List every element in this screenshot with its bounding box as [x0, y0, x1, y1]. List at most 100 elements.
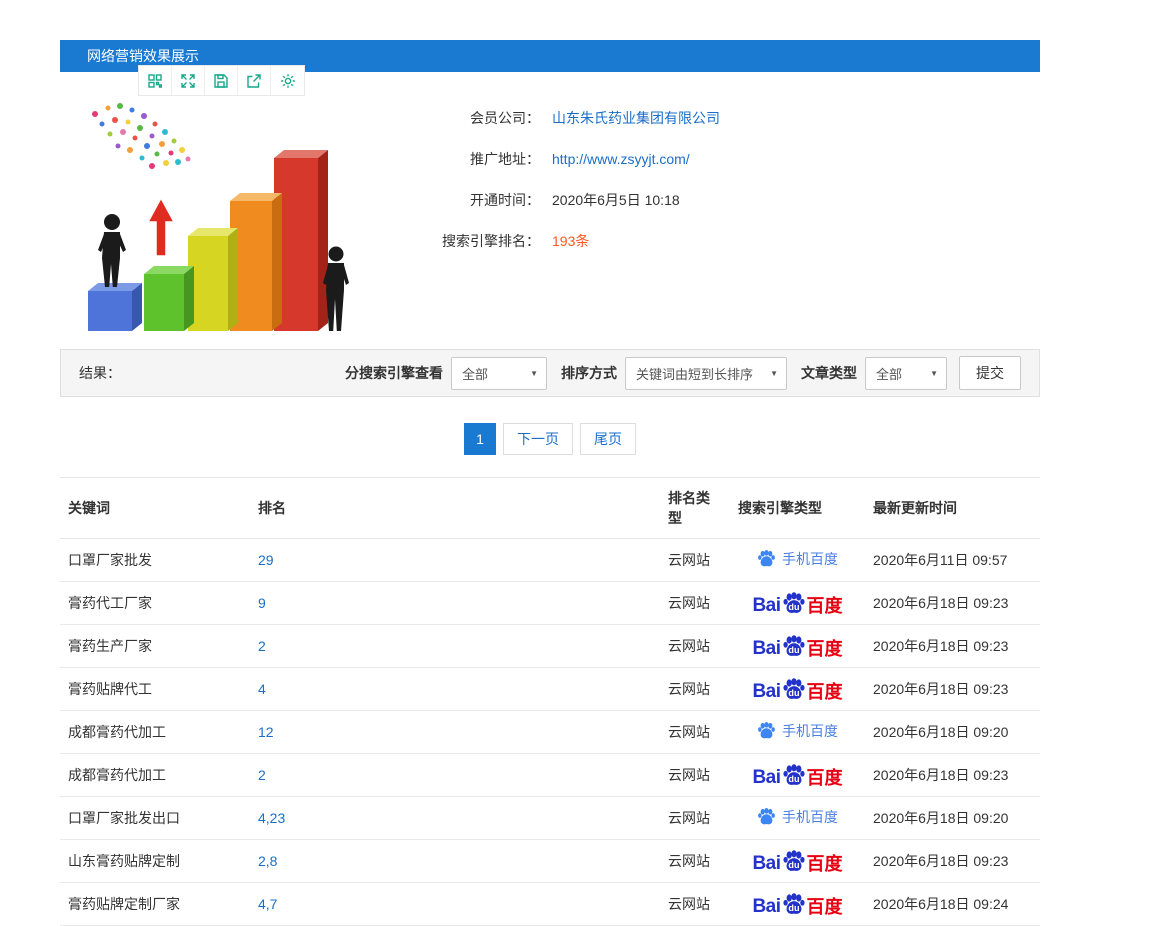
chevron-down-icon: ▼: [770, 368, 778, 378]
info-value[interactable]: 山东朱氏药业集团有限公司: [552, 108, 720, 128]
sort-filter-select[interactable]: 关键词由短到长排序 ▼: [625, 356, 787, 390]
baidu-logo-bai: Bai: [752, 681, 781, 702]
baidu-logo-cn: 百度: [806, 682, 843, 702]
rank-type-cell: 云网站: [660, 538, 730, 582]
page-current[interactable]: 1: [464, 423, 496, 455]
rank-cell[interactable]: 2,8: [250, 839, 660, 883]
engine-cell: 手机百度: [730, 796, 865, 840]
rank-type-cell: 云网站: [660, 753, 730, 797]
updated-cell: 2020年6月18日 09:20: [865, 710, 1040, 754]
svg-text:du: du: [788, 688, 799, 698]
engine-filter-label: 分搜索引擎查看: [345, 365, 443, 381]
share-icon[interactable]: [238, 66, 271, 95]
pagination: 1 下一页 尾页: [60, 423, 1040, 455]
rank-cell[interactable]: 2: [250, 753, 660, 797]
result-row: 膏药代工厂家 9 云网站 Bai du 百度 2020年6月18日 09:23: [60, 581, 1040, 625]
result-label: 结果：: [79, 365, 121, 381]
keyword-cell: 口罩厂家批发出口: [60, 796, 250, 840]
engine-filter-select[interactable]: 全部 ▼: [451, 356, 547, 390]
svg-text:du: du: [788, 774, 799, 784]
result-row: 成都膏药代加工 12 云网站 手机百度 2020年6月18日 09:20: [60, 710, 1040, 754]
updated-cell: 2020年6月18日 09:23: [865, 667, 1040, 711]
baidu-paw-icon: du: [782, 764, 805, 785]
info-label: 会员公司：: [470, 110, 540, 126]
article-type-select[interactable]: 全部 ▼: [865, 356, 947, 390]
rank-type-cell: 云网站: [660, 839, 730, 883]
column-header: 搜索引擎类型: [730, 477, 865, 539]
fullscreen-icon[interactable]: [172, 66, 205, 95]
result-row: 成都膏药代加工 2 云网站 Bai du 百度 2020年6月18日 09:23: [60, 753, 1040, 797]
engine-filter-value: 全部: [462, 366, 489, 382]
settings-icon[interactable]: [271, 66, 304, 95]
info-field: 推广地址： http://www.zsyyjt.com/: [410, 149, 1040, 169]
baidu-paw-icon: du: [782, 678, 805, 699]
page-last-button[interactable]: 尾页: [580, 423, 636, 455]
page-title: 网络营销效果展示: [87, 48, 199, 64]
engine-cell: Bai du 百度: [730, 753, 865, 797]
column-header: 排名类型: [660, 477, 730, 539]
baidu-paw-icon: [758, 808, 775, 825]
info-label: 搜索引擎排名：: [442, 233, 540, 249]
rank-cell[interactable]: 12: [250, 710, 660, 754]
result-row: 膏药贴牌定制厂家 4,7 云网站 Bai du 百度 2020年6月18日 09:24: [60, 882, 1040, 926]
result-row: 口罩厂家批发 29 云网站 手机百度 2020年6月11日 09:57: [60, 538, 1040, 582]
engine-cell: Bai du 百度: [730, 882, 865, 926]
updated-cell: 2020年6月18日 09:23: [865, 624, 1040, 668]
keyword-cell: 山东膏药贴牌定制: [60, 839, 250, 883]
updated-cell: 2020年6月18日 09:23: [865, 839, 1040, 883]
baidu-logo: Bai du 百度: [752, 763, 843, 787]
page-container: 网络营销效果展示 会员公司： 山东朱氏药业集团有限公司 推广地址： http:/…: [60, 40, 1040, 926]
updated-cell: 2020年6月18日 09:24: [865, 882, 1040, 926]
baidu-paw-icon: du: [782, 592, 805, 613]
rank-cell[interactable]: 4: [250, 667, 660, 711]
article-type-value: 全部: [876, 366, 903, 382]
baidu-logo: Bai du 百度: [752, 677, 843, 702]
info-label: 开通时间：: [470, 192, 540, 208]
baidu-logo-cn: 百度: [806, 854, 843, 874]
keyword-cell: 膏药贴牌定制厂家: [60, 882, 250, 926]
info-fields: 会员公司： 山东朱氏药业集团有限公司推广地址： http://www.zsyyjt.…: [360, 96, 1040, 331]
info-field: 开通时间： 2020年6月5日 10:18: [410, 190, 1040, 210]
rank-cell[interactable]: 4,23: [250, 796, 660, 840]
updated-cell: 2020年6月18日 09:23: [865, 581, 1040, 625]
svg-text:du: du: [788, 645, 799, 655]
updated-cell: 2020年6月11日 09:57: [865, 538, 1040, 582]
mobile-baidu-label: 手机百度: [782, 808, 838, 825]
mobile-baidu-logo: 手机百度: [757, 721, 838, 741]
svg-text:du: du: [788, 602, 799, 612]
info-value[interactable]: http://www.zsyyjt.com/: [552, 151, 690, 167]
info-value: 193条: [552, 233, 590, 249]
rank-cell[interactable]: 29: [250, 538, 660, 582]
updated-cell: 2020年6月18日 09:20: [865, 796, 1040, 840]
info-label: 推广地址：: [470, 151, 540, 167]
svg-text:du: du: [788, 860, 799, 870]
growth-chart-illustration: [88, 103, 349, 331]
info-field: 会员公司： 山东朱氏药业集团有限公司: [410, 108, 1040, 128]
baidu-logo-bai: Bai: [752, 595, 781, 616]
rank-cell[interactable]: 9: [250, 581, 660, 625]
submit-button[interactable]: 提交: [959, 356, 1021, 390]
baidu-logo-cn: 百度: [806, 897, 843, 917]
rank-cell[interactable]: 2: [250, 624, 660, 668]
rank-type-cell: 云网站: [660, 796, 730, 840]
save-icon[interactable]: [205, 66, 238, 95]
qrcode-icon[interactable]: [139, 66, 172, 95]
table-header-row: 关键词 排名 排名类型 搜索引擎类型 最新更新时间: [60, 477, 1040, 539]
baidu-logo: Bai du 百度: [752, 849, 843, 874]
engine-cell: 手机百度: [730, 710, 865, 754]
results-tbody: 口罩厂家批发 29 云网站 手机百度 2020年6月11日 09:57 膏药代工厂家 9 云网…: [60, 538, 1040, 926]
results-table: 关键词 排名 排名类型 搜索引擎类型 最新更新时间 口罩厂家批发 29 云网站 手机百度 202…: [60, 477, 1040, 926]
rank-cell[interactable]: 4,7: [250, 882, 660, 926]
engine-cell: 手机百度: [730, 538, 865, 582]
mobile-baidu-label: 手机百度: [782, 722, 838, 739]
baidu-paw-icon: du: [782, 635, 805, 656]
chevron-down-icon: ▼: [530, 368, 538, 378]
info-value: 2020年6月5日 10:18: [552, 192, 680, 208]
baidu-paw-icon: [758, 722, 775, 739]
result-row: 山东膏药贴牌定制 2,8 云网站 Bai du 百度 2020年6月18日 09:23: [60, 839, 1040, 883]
keyword-cell: 口罩厂家批发: [60, 538, 250, 582]
article-type-label: 文章类型: [801, 365, 857, 381]
info-field: 搜索引擎排名： 193条: [410, 231, 1040, 251]
column-header: 排名: [250, 477, 660, 539]
page-next-button[interactable]: 下一页: [503, 423, 573, 455]
